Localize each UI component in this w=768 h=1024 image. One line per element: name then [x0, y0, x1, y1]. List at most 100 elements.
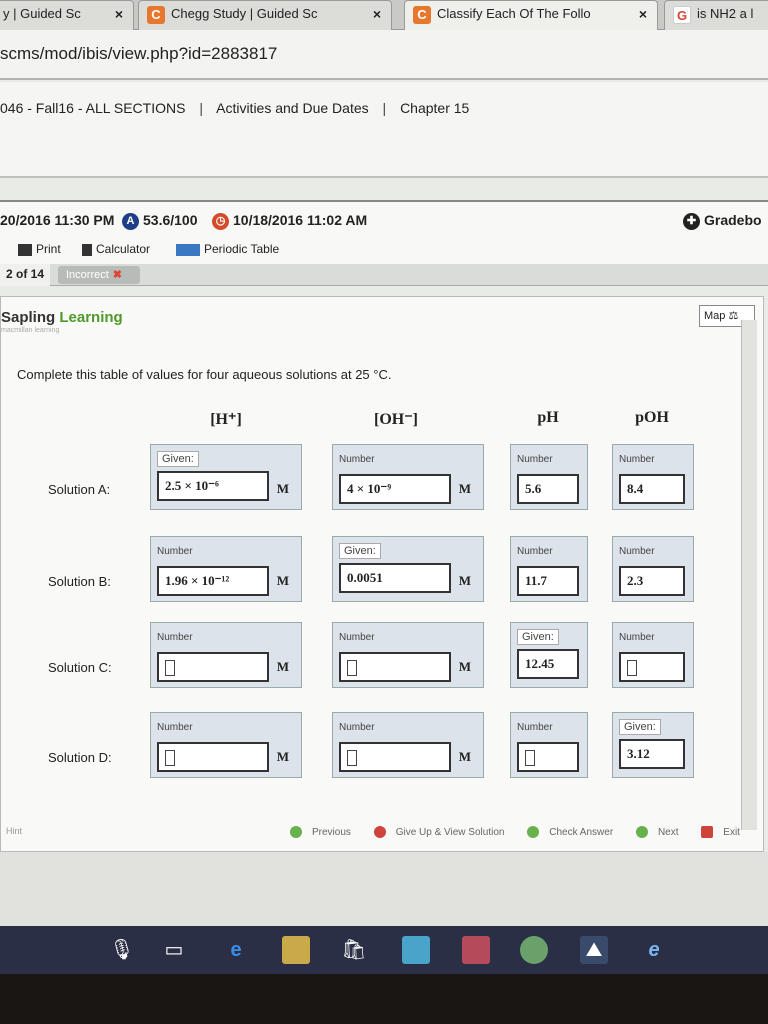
logo-tagline: macmillan learning [1, 327, 60, 334]
answer-input-h[interactable] [157, 742, 269, 772]
cell-poh: Number 8.4 [612, 444, 694, 510]
solution-label: Solution C: [48, 660, 112, 675]
question-status-tab[interactable]: Incorrect ✖ [58, 266, 140, 284]
gradebook-link[interactable]: ✚ Gradebo [683, 212, 762, 230]
given-label: Given: [157, 451, 199, 467]
breadcrumb-course[interactable]: 046 - Fall16 - ALL SECTIONS [0, 100, 185, 116]
vertical-scrollbar[interactable] [741, 320, 757, 830]
status-label: Incorrect [66, 269, 109, 281]
calculator-button[interactable]: Calculator [82, 242, 150, 256]
question-nav: 2 of 14 Incorrect ✖ [0, 264, 768, 286]
cell-oh: Number M [332, 712, 484, 778]
give-up-button[interactable]: Give Up & View Solution [373, 826, 515, 838]
edge-icon[interactable]: e [222, 936, 250, 964]
answer-input-ph[interactable] [517, 742, 579, 772]
column-header-poh: pOH [635, 409, 669, 426]
unit-label: M [276, 481, 289, 496]
tab-guided-solutions[interactable]: y | Guided Sc × [0, 0, 134, 30]
submission-date: ◷ 10/18/2016 11:02 AM [212, 212, 367, 230]
sapling-logo: Sapling Learning [1, 309, 123, 326]
check-icon [527, 826, 540, 838]
hint-link[interactable]: Hint [6, 826, 22, 836]
cell-h: Number M [150, 622, 302, 688]
previous-label: Previous [312, 826, 351, 838]
previous-button[interactable]: Previous [290, 826, 361, 838]
logo-part2: Learning [59, 309, 123, 326]
breadcrumb-activities[interactable]: Activities and Due Dates [216, 100, 369, 116]
empty-input-cursor [347, 660, 357, 677]
given-label: Given: [619, 719, 661, 735]
due-date: 20/2016 11:30 PM [0, 212, 115, 228]
print-button[interactable]: Print [18, 242, 61, 256]
answer-input-h[interactable] [157, 652, 269, 682]
question-actions: Previous Give Up & View Solution Check A… [290, 826, 760, 838]
unit-label: M [276, 659, 289, 674]
number-label: Number [157, 546, 193, 557]
give-up-icon [373, 826, 386, 838]
close-tab-icon[interactable]: × [115, 1, 123, 27]
answer-input-oh[interactable] [339, 742, 451, 772]
cell-h: Given: 2.5 × 10⁻⁶ M [150, 444, 302, 510]
tab-chegg-study[interactable]: C Chegg Study | Guided Sc × [138, 0, 392, 30]
photos-icon[interactable]: ⛰ [580, 936, 608, 964]
close-tab-icon[interactable]: × [639, 1, 647, 27]
answer-input-ph[interactable]: 5.6 [517, 474, 579, 504]
cell-oh: Given: 0.0051 M [332, 536, 484, 602]
periodic-table-button[interactable]: Periodic Table [176, 242, 279, 256]
periodic-table-icon [176, 243, 200, 256]
next-button[interactable]: Next [635, 826, 689, 838]
microphone-icon[interactable]: 🎙 [108, 936, 136, 964]
score: A 53.6/100 [122, 212, 198, 230]
check-answer-button[interactable]: Check Answer [527, 826, 623, 838]
file-explorer-icon[interactable] [282, 936, 310, 964]
cell-poh: Number [612, 622, 694, 688]
answer-input-poh[interactable] [619, 652, 685, 682]
exit-icon [701, 826, 714, 838]
internet-explorer-icon[interactable]: e [640, 936, 668, 964]
answer-input-ph[interactable]: 11.7 [517, 566, 579, 596]
task-view-icon[interactable]: ▭ [160, 936, 188, 964]
exit-button[interactable]: Exit [701, 826, 750, 838]
tab-classify[interactable]: C Classify Each Of The Follo × [404, 0, 658, 30]
chrome-icon[interactable] [520, 936, 548, 964]
empty-input-cursor [165, 660, 175, 677]
score-icon: A [122, 212, 139, 230]
gradebook-label: Gradebo [704, 212, 762, 228]
url-text[interactable]: scms/mod/ibis/view.php?id=2883817 [0, 44, 277, 64]
number-label: Number [517, 546, 553, 557]
map-icon: ⚖ [728, 310, 739, 322]
number-label: Number [157, 632, 193, 643]
calculator-icon [82, 243, 92, 256]
exit-label: Exit [723, 826, 740, 838]
google-icon: G [673, 5, 691, 24]
column-header-oh: [OH⁻] [374, 411, 418, 428]
question-counter[interactable]: 2 of 14 [0, 264, 51, 286]
given-value: 2.5 × 10⁻⁶ [157, 471, 269, 501]
tab-label: y | Guided Sc [3, 6, 81, 21]
answer-input-h[interactable]: 1.96 × 10⁻¹² [157, 566, 269, 596]
close-tab-icon[interactable]: × [373, 1, 381, 27]
given-label: Given: [517, 629, 559, 645]
column-header-h: [H⁺] [210, 411, 242, 428]
breadcrumb-chapter[interactable]: Chapter 15 [400, 100, 469, 116]
tab-label: is NH2 a l [697, 6, 754, 21]
answer-input-poh[interactable]: 8.4 [619, 474, 685, 504]
store-icon[interactable]: 🛍 [340, 936, 368, 964]
answer-input-oh[interactable] [339, 652, 451, 682]
given-label: Given: [339, 543, 381, 559]
empty-input-cursor [525, 750, 535, 767]
answer-input-poh[interactable]: 2.3 [619, 566, 685, 596]
print-label: Print [36, 242, 61, 256]
browser-footer [0, 852, 768, 926]
tab-google-search[interactable]: Gis NH2 a l [664, 0, 768, 30]
windows-taskbar: 🎙 ▭ e 🛍 ⛰ e [0, 926, 768, 974]
address-bar[interactable]: scms/mod/ibis/view.php?id=2883817 [0, 30, 768, 80]
answer-input-oh[interactable]: 4 × 10⁻⁹ [339, 474, 451, 504]
given-value: 12.45 [517, 649, 579, 679]
app-icon[interactable] [462, 936, 490, 964]
app-icon[interactable] [402, 936, 430, 964]
periodic-table-label: Periodic Table [204, 242, 280, 256]
empty-input-cursor [165, 750, 175, 767]
number-label: Number [339, 454, 375, 465]
breadcrumb: 046 - Fall16 - ALL SECTIONS | Activities… [0, 100, 479, 116]
